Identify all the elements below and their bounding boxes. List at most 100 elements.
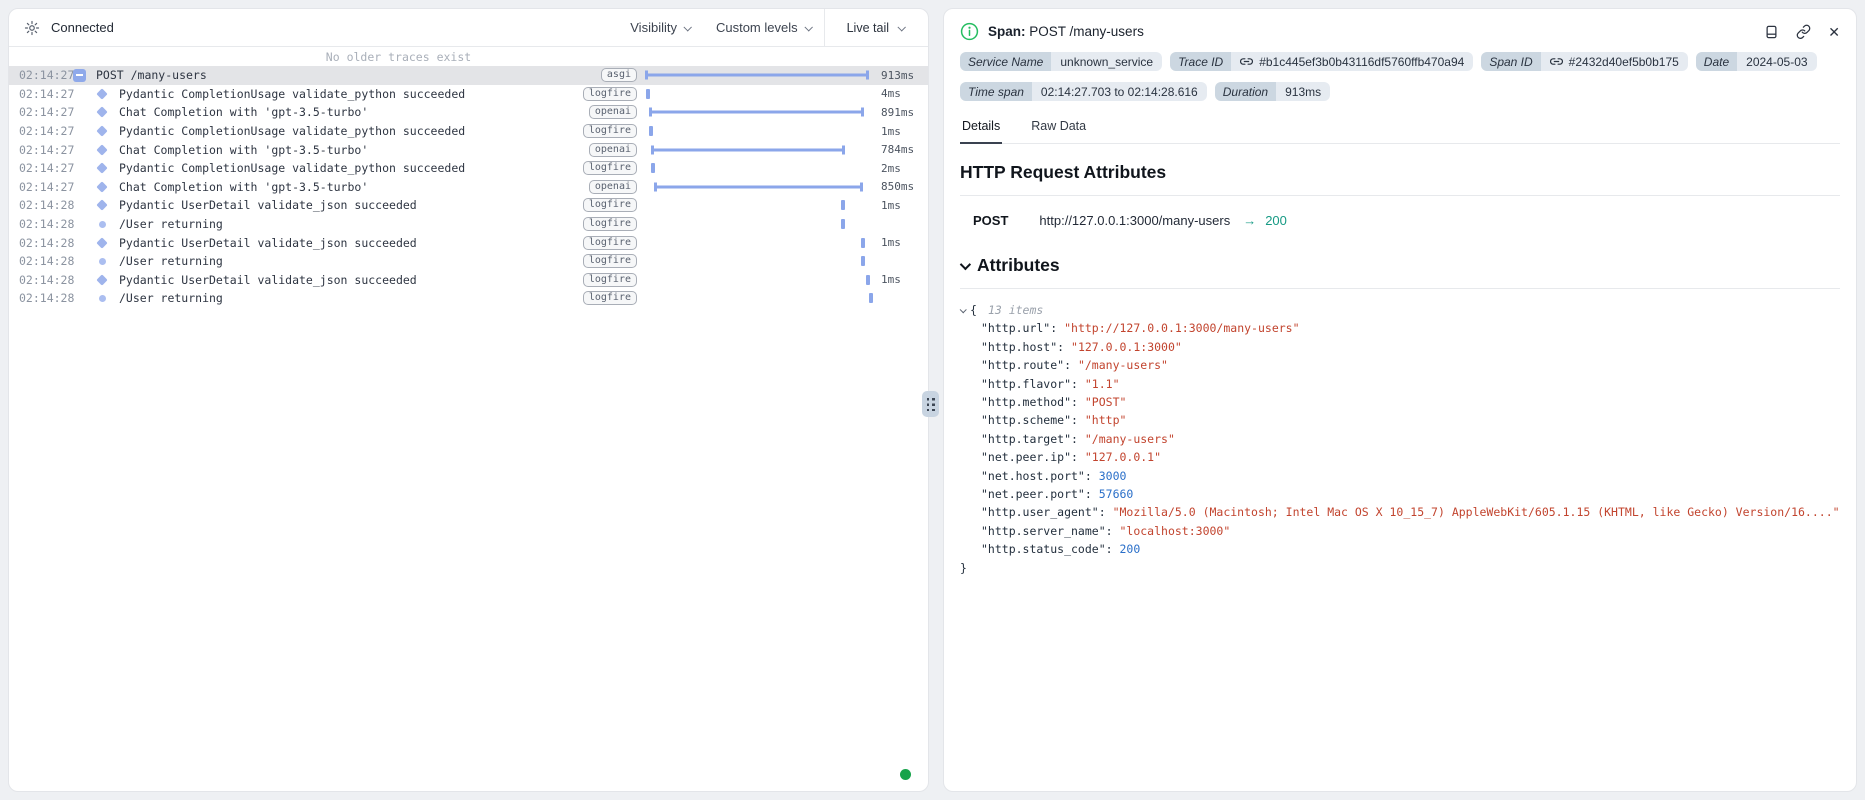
attribute-entry: "http.flavor": "1.1" (960, 375, 1840, 393)
http-request-attributes-title: HTTP Request Attributes (960, 162, 1840, 196)
trace-row-label: Pydantic CompletionUsage validate_python… (119, 161, 587, 175)
span-detail-panel: Span: POST /many-users ✕ Service Name u (943, 8, 1857, 792)
trace-row[interactable]: 02:14:28 /User returning logfire (9, 289, 928, 308)
live-indicator-dot (900, 769, 911, 780)
json-collapse-icon[interactable] (960, 306, 967, 313)
trace-row[interactable]: 02:14:27 Chat Completion with 'gpt-3.5-t… (9, 178, 928, 197)
meta-badge-duration: Duration 913ms (1215, 82, 1330, 101)
live-tail-dropdown[interactable]: Live tail (824, 9, 928, 46)
trace-row[interactable]: 02:14:27 POST /many-users asgi 913ms (9, 66, 928, 85)
trace-row-time: 02:14:27 (9, 105, 67, 119)
meta-badge-date: Date 2024-05-03 (1696, 52, 1817, 71)
span-title: Span: POST /many-users (988, 24, 1144, 39)
meta-badge-trace-id[interactable]: Trace ID #b1c445ef3b0b43116df5760ffb470a… (1170, 52, 1473, 71)
info-icon (960, 22, 979, 41)
trace-row[interactable]: 02:14:28 Pydantic UserDetail validate_js… (9, 196, 928, 215)
diamond-icon (96, 237, 107, 248)
meta-badge-span-id[interactable]: Span ID #2432d40ef5b0b175 (1481, 52, 1687, 71)
close-icon[interactable]: ✕ (1828, 25, 1840, 39)
connection-status: Connected (51, 20, 114, 35)
trace-row[interactable]: 02:14:28 /User returning logfire (9, 252, 928, 271)
attribute-key: "http.target" (981, 432, 1071, 446)
trace-row-duration: 913ms (872, 69, 928, 82)
trace-row-time: 02:14:27 (9, 124, 67, 138)
tab-raw-data[interactable]: Raw Data (1029, 116, 1088, 143)
trace-row-timeline (644, 159, 872, 178)
trace-row-time: 02:14:27 (9, 161, 67, 175)
span-bar (841, 200, 845, 210)
attribute-value: "127.0.0.1:3000" (1071, 340, 1182, 354)
attribute-key: "http.user_agent" (981, 505, 1099, 519)
attribute-entry: "http.status_code": 200 (960, 540, 1840, 558)
scope-badge: logfire (583, 217, 637, 231)
trace-row[interactable]: 02:14:27 Pydantic CompletionUsage valida… (9, 159, 928, 178)
scope-badge: logfire (583, 124, 637, 138)
attribute-value: "POST" (1085, 395, 1127, 409)
tab-details[interactable]: Details (960, 116, 1002, 144)
trace-row[interactable]: 02:14:28 Pydantic UserDetail validate_js… (9, 233, 928, 252)
request-status-code: 200 (1265, 213, 1287, 228)
trace-row-duration: 850ms (872, 180, 928, 193)
trace-row[interactable]: 02:14:28 /User returning logfire (9, 215, 928, 234)
attributes-title: Attributes (977, 255, 1060, 276)
attributes-json-viewer: { 13 items "http.url": "http://127.0.0.1… (960, 301, 1840, 577)
trace-row[interactable]: 02:14:27 Chat Completion with 'gpt-3.5-t… (9, 103, 928, 122)
meta-badge-value: #2432d40ef5b0b175 (1541, 52, 1688, 71)
diamond-icon (96, 144, 107, 155)
attribute-entry: "http.method": "POST" (960, 393, 1840, 411)
custom-levels-dropdown[interactable]: Custom levels (703, 9, 824, 46)
trace-row-time: 02:14:28 (9, 254, 67, 268)
attribute-entry: "http.url": "http://127.0.0.1:3000/many-… (960, 319, 1840, 337)
scope-badge: logfire (583, 87, 637, 101)
trace-row-label: Chat Completion with 'gpt-3.5-turbo' (119, 143, 587, 157)
trace-row-label: Pydantic UserDetail validate_json succee… (119, 273, 587, 287)
trace-row-time: 02:14:28 (9, 217, 67, 231)
span-detail-header: Span: POST /many-users ✕ (960, 22, 1840, 41)
attribute-value: "Mozilla/5.0 (Macintosh; Intel Mac OS X … (1113, 505, 1840, 519)
trace-panel: Connected Visibility Custom levels Live … (8, 8, 929, 792)
span-bar (841, 219, 845, 229)
attribute-value: "/many-users" (1085, 432, 1175, 446)
trace-row-time: 02:14:28 (9, 291, 67, 305)
trace-row-duration: 784ms (872, 143, 928, 156)
copy-link-icon[interactable] (1796, 24, 1811, 39)
trace-row-timeline (644, 252, 872, 271)
gear-icon[interactable] (23, 19, 40, 36)
trace-row-duration: 891ms (872, 106, 928, 119)
panel-resize-handle[interactable] (922, 391, 939, 417)
circle-icon (99, 295, 106, 302)
trace-row-time: 02:14:28 (9, 273, 67, 287)
trace-row-duration: 1ms (872, 199, 928, 212)
trace-row-label: Chat Completion with 'gpt-3.5-turbo' (119, 105, 587, 119)
trace-row-label: /User returning (119, 291, 587, 305)
attribute-entry: "net.host.port": 3000 (960, 467, 1840, 485)
meta-badge-service-name: Service Name unknown_service (960, 52, 1162, 71)
attribute-value: 3000 (1099, 469, 1127, 483)
span-bar (869, 293, 873, 303)
request-summary: POST http://127.0.0.1:3000/many-users → … (960, 213, 1840, 228)
trace-row-duration: 1ms (872, 236, 928, 249)
attributes-section-header[interactable]: Attributes (960, 255, 1840, 289)
attribute-entry: "http.user_agent": "Mozilla/5.0 (Macinto… (960, 503, 1840, 521)
trace-row-duration: 1ms (872, 125, 928, 138)
diamond-icon (96, 88, 107, 99)
visibility-dropdown[interactable]: Visibility (617, 9, 703, 46)
trace-row-duration: 4ms (872, 87, 928, 100)
span-bar (646, 89, 650, 99)
span-bar (861, 238, 865, 248)
scope-badge: logfire (583, 291, 637, 305)
attribute-value: "127.0.0.1" (1085, 450, 1161, 464)
trace-row[interactable]: 02:14:27 Pydantic CompletionUsage valida… (9, 85, 928, 104)
attribute-key: "http.url" (981, 321, 1050, 335)
attribute-entry: "http.scheme": "http" (960, 411, 1840, 429)
span-bar (649, 126, 653, 136)
attribute-value: "localhost:3000" (1119, 524, 1230, 538)
trace-row[interactable]: 02:14:27 Pydantic CompletionUsage valida… (9, 122, 928, 141)
panel-layout-icon[interactable] (1764, 24, 1779, 40)
span-bar (654, 182, 863, 191)
trace-row[interactable]: 02:14:27 Chat Completion with 'gpt-3.5-t… (9, 140, 928, 159)
meta-badge-label: Trace ID (1170, 52, 1231, 71)
trace-row[interactable]: 02:14:28 Pydantic UserDetail validate_js… (9, 271, 928, 290)
meta-badge-label: Time span (960, 82, 1032, 101)
trace-row-label: Pydantic CompletionUsage validate_python… (119, 87, 587, 101)
